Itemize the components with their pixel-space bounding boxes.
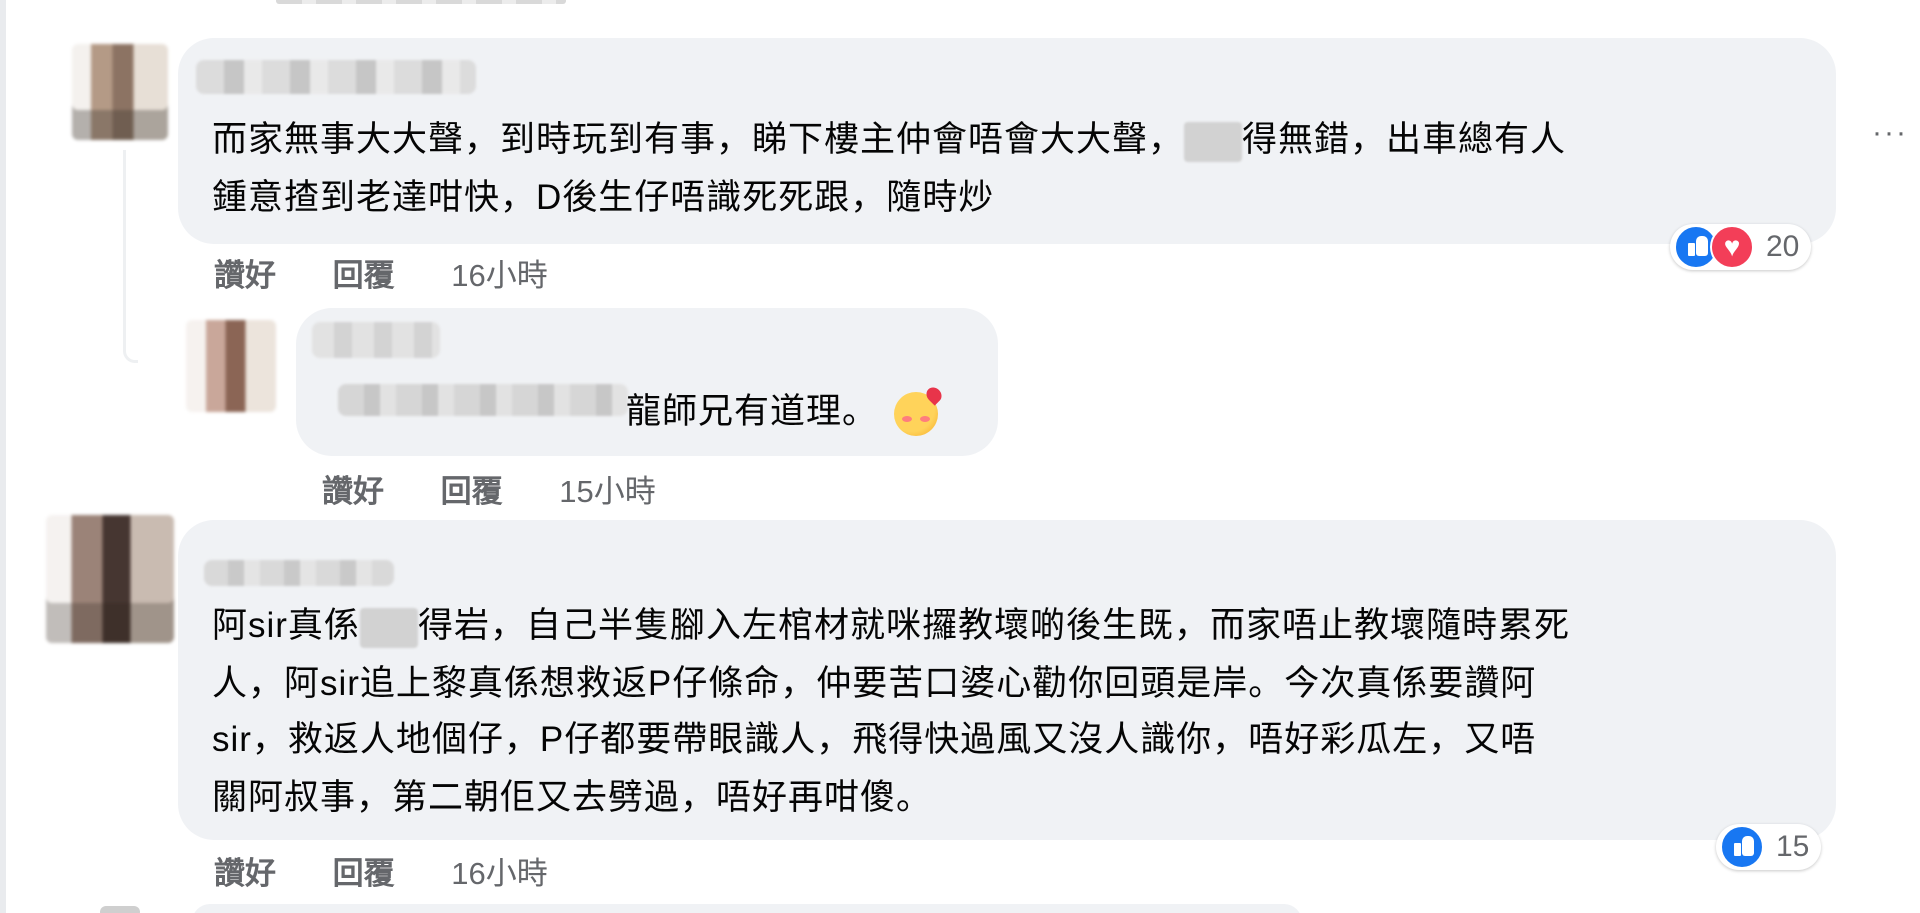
previous-comment-cutoff [276, 0, 566, 4]
comment-text-line: 而家無事大大聲，到時玩到有事，睇下樓主仲會唔會大大聲， 得無錯，出車總有人 [212, 112, 1566, 168]
author-name-blurred[interactable] [312, 322, 440, 358]
like-link[interactable]: 讚好 [322, 474, 384, 509]
author-name-blurred[interactable] [204, 560, 394, 586]
like-icon [1720, 825, 1764, 869]
comment-text-line: 鍾意揸到老達咁快，D後生仔唔識死死跟，隨時炒 [212, 178, 995, 217]
reaction-count: 20 [1766, 230, 1800, 263]
smiling-face-with-hearts-icon [894, 391, 939, 436]
reply-text-blurred [338, 384, 628, 416]
comment-text-line: sir，救返人地個仔，P仔都要帶眼識人，飛得快過風又沒人識你，唔好彩瓜左，又唔 [212, 720, 1537, 759]
avatar[interactable] [72, 44, 168, 140]
next-comment-avatar [100, 906, 140, 913]
comment-text-line: 人，阿sir追上黎真係想救返P仔條命，仲要苦口婆心勸你回頭是岸。今次真係要讚阿 [212, 664, 1537, 703]
reaction-summary[interactable]: 15 [1716, 824, 1822, 870]
reaction-summary[interactable]: 20 [1670, 224, 1812, 270]
love-icon [1710, 225, 1754, 269]
censored-word [1184, 121, 1243, 162]
comment-text-line: 關阿叔事，第二朝佢又去劈過，唔好再咁傻。 [212, 778, 933, 817]
timestamp[interactable]: 15小時 [559, 474, 655, 509]
reply-link[interactable]: 回覆 [441, 474, 503, 509]
reply-text: 龍師兄有道理。 [626, 384, 939, 440]
censored-word [359, 607, 418, 648]
reply-actions: 讚好 回覆 15小時 [322, 466, 704, 511]
author-name-blurred[interactable] [196, 60, 476, 94]
timestamp[interactable]: 16小時 [451, 856, 547, 891]
comment-actions: 讚好 回覆 16小時 [214, 848, 596, 893]
reply-thread-line [123, 150, 138, 363]
avatar[interactable] [186, 320, 276, 412]
next-comment-bubble [192, 904, 1302, 913]
avatar[interactable] [46, 515, 174, 643]
like-link[interactable]: 讚好 [214, 258, 276, 293]
comments-panel: 而家無事大大聲，到時玩到有事，睇下樓主仲會唔會大大聲， 得無錯，出車總有人 鍾意揸… [0, 0, 1920, 913]
comment-actions: 讚好 回覆 16小時 [214, 250, 596, 295]
like-link[interactable]: 讚好 [214, 856, 276, 891]
comment-text-line: 阿sir真係 得岩，自己半隻腳入左棺材就咪攞教壞啲後生既，而家唔止教壞隨時累死 [212, 598, 1570, 654]
more-options-icon[interactable]: ··· [1872, 118, 1908, 148]
timestamp[interactable]: 16小時 [451, 258, 547, 293]
reaction-count: 15 [1776, 830, 1810, 863]
reply-link[interactable]: 回覆 [333, 258, 395, 293]
reply-link[interactable]: 回覆 [333, 856, 395, 891]
